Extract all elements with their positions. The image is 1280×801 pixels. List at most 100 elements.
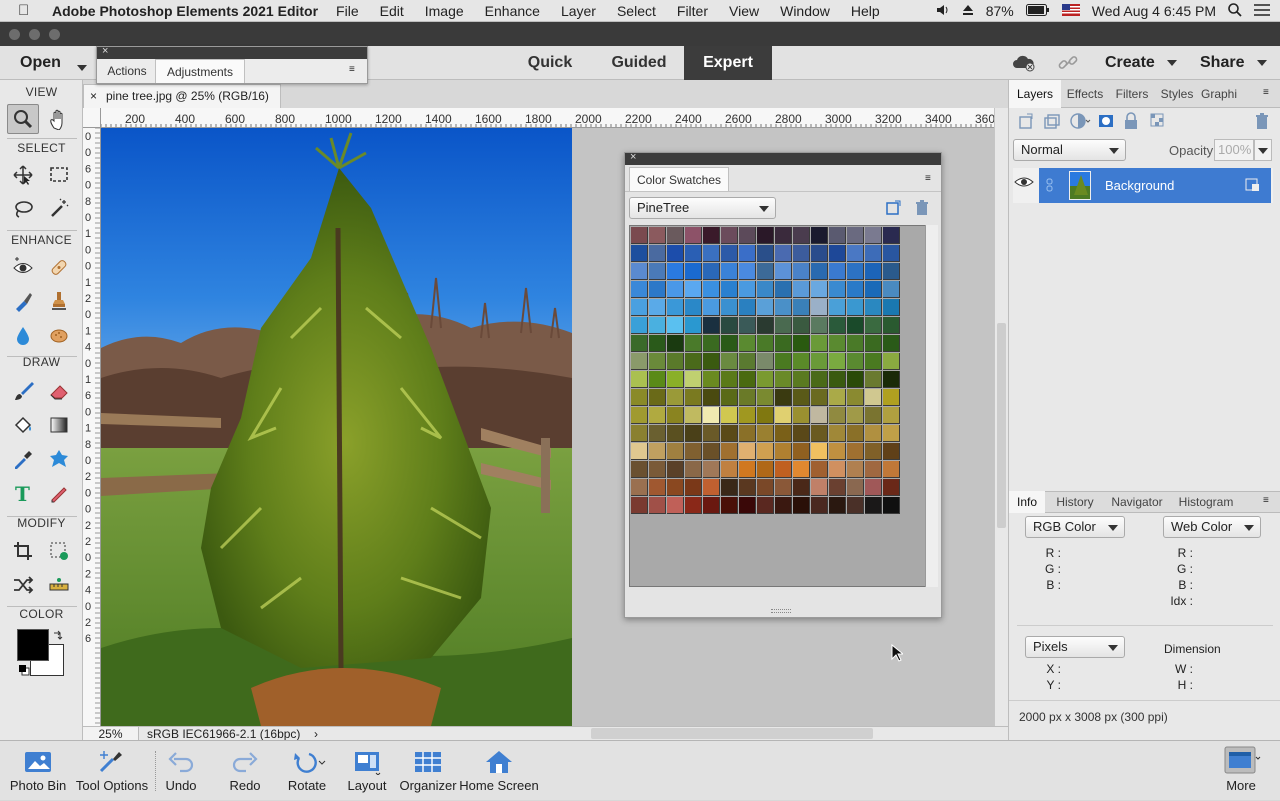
color-swatch[interactable] <box>793 335 810 352</box>
color-swatch[interactable] <box>883 227 900 244</box>
share-button[interactable]: Share <box>1200 46 1267 80</box>
tab-filters[interactable]: Filters <box>1109 80 1155 108</box>
color-swatch[interactable] <box>847 281 864 298</box>
color-swatch[interactable] <box>685 299 702 316</box>
color-swatch[interactable] <box>703 389 720 406</box>
color-swatch[interactable] <box>883 497 900 514</box>
color-swatch[interactable] <box>847 299 864 316</box>
eyedropper-tool-icon[interactable] <box>7 444 39 474</box>
color-swatch[interactable] <box>631 389 648 406</box>
color-swatch[interactable] <box>703 353 720 370</box>
color-swatch[interactable] <box>757 461 774 478</box>
color-swatch[interactable] <box>757 389 774 406</box>
color-swatch[interactable] <box>685 245 702 262</box>
color-swatch[interactable] <box>829 461 846 478</box>
lasso-tool-icon[interactable] <box>7 194 39 224</box>
flag-icon[interactable] <box>1061 3 1080 19</box>
color-swatch[interactable] <box>739 335 756 352</box>
color-swatch[interactable] <box>811 389 828 406</box>
default-colors-icon[interactable] <box>18 664 30 679</box>
color-swatch[interactable] <box>703 227 720 244</box>
color-swatch[interactable] <box>739 281 756 298</box>
color-swatch[interactable] <box>631 479 648 496</box>
color-swatch[interactable] <box>649 317 666 334</box>
color-swatch[interactable] <box>649 281 666 298</box>
color-swatch[interactable] <box>721 389 738 406</box>
layer-row-background[interactable]: Background <box>1039 168 1271 203</box>
red-eye-tool-icon[interactable] <box>7 252 39 282</box>
tab-histogram[interactable]: Histogram <box>1171 491 1241 513</box>
color-swatch[interactable] <box>811 407 828 424</box>
status-expand-icon[interactable]: › <box>314 727 318 741</box>
color-swatch[interactable] <box>847 389 864 406</box>
tab-graphics[interactable]: Graphi <box>1199 80 1239 108</box>
color-swatch[interactable] <box>775 407 792 424</box>
swap-colors-icon[interactable] <box>52 630 64 645</box>
tab-layers[interactable]: Layers <box>1009 80 1061 108</box>
color-swatch[interactable] <box>865 263 882 280</box>
color-swatch[interactable] <box>793 263 810 280</box>
color-swatch[interactable] <box>721 227 738 244</box>
rotate-button[interactable]: Rotate <box>280 741 334 801</box>
color-swatch[interactable] <box>793 281 810 298</box>
swatch-scrollbar[interactable] <box>925 225 938 587</box>
color-swatch[interactable] <box>775 281 792 298</box>
color-swatch[interactable] <box>757 407 774 424</box>
color-swatch[interactable] <box>793 371 810 388</box>
lock-transparency-icon[interactable] <box>1149 112 1167 133</box>
new-group-icon[interactable] <box>1043 112 1061 133</box>
apple-icon[interactable]:  <box>18 2 38 19</box>
color-swatch[interactable] <box>649 461 666 478</box>
color-swatch[interactable] <box>631 425 648 442</box>
app-name[interactable]: Adobe Photoshop Elements 2021 Editor <box>52 3 318 19</box>
color-swatch[interactable] <box>865 317 882 334</box>
color-swatch[interactable] <box>775 497 792 514</box>
canvas-area[interactable]: × Color Swatches ≡ PineTree <box>101 128 994 726</box>
color-swatch[interactable] <box>667 497 684 514</box>
lock-all-icon[interactable] <box>1123 112 1139 133</box>
color-mode-dropdown-1[interactable]: RGB Color <box>1025 516 1125 538</box>
spotlight-search-icon[interactable] <box>1228 2 1242 20</box>
color-swatch[interactable] <box>865 299 882 316</box>
color-swatch[interactable] <box>883 335 900 352</box>
tab-styles[interactable]: Styles <box>1157 80 1197 108</box>
color-swatch[interactable] <box>667 389 684 406</box>
color-swatch[interactable] <box>793 353 810 370</box>
color-swatch[interactable] <box>631 407 648 424</box>
clone-stamp-tool-icon[interactable] <box>43 286 75 316</box>
color-swatch[interactable] <box>829 263 846 280</box>
zoom-tool-icon[interactable] <box>7 104 39 134</box>
color-mode-dropdown-2[interactable]: Web Color <box>1163 516 1261 538</box>
type-tool-icon[interactable]: T <box>7 478 39 508</box>
color-swatch[interactable] <box>739 425 756 442</box>
color-swatch[interactable] <box>811 335 828 352</box>
color-swatch[interactable] <box>757 497 774 514</box>
photo-pine-tree[interactable] <box>101 128 572 726</box>
color-swatch[interactable] <box>739 245 756 262</box>
opacity-dropdown-button[interactable] <box>1254 139 1272 161</box>
undo-button[interactable]: Undo <box>158 741 204 801</box>
color-swatch[interactable] <box>811 443 828 460</box>
crop-tool-icon[interactable] <box>7 536 39 566</box>
close-document-icon[interactable]: × <box>90 85 97 107</box>
color-swatch[interactable] <box>667 353 684 370</box>
color-swatch[interactable] <box>811 497 828 514</box>
color-swatch[interactable] <box>757 335 774 352</box>
close-panel-icon[interactable]: × <box>102 45 108 57</box>
menu-edit[interactable]: Edit <box>380 3 404 19</box>
color-swatch[interactable] <box>883 371 900 388</box>
color-swatch[interactable] <box>811 281 828 298</box>
blur-tool-icon[interactable] <box>7 320 39 350</box>
color-swatch[interactable] <box>685 227 702 244</box>
organizer-button[interactable]: Organizer <box>398 741 458 801</box>
color-swatch[interactable] <box>757 227 774 244</box>
pencil-tool-icon[interactable] <box>43 478 75 508</box>
color-swatch[interactable] <box>703 407 720 424</box>
color-swatch[interactable] <box>847 479 864 496</box>
color-swatch[interactable] <box>631 281 648 298</box>
open-button[interactable]: Open <box>20 46 61 80</box>
color-swatch[interactable] <box>847 443 864 460</box>
color-swatch[interactable] <box>631 317 648 334</box>
color-swatch[interactable] <box>793 299 810 316</box>
new-layer-icon[interactable] <box>1017 112 1035 133</box>
